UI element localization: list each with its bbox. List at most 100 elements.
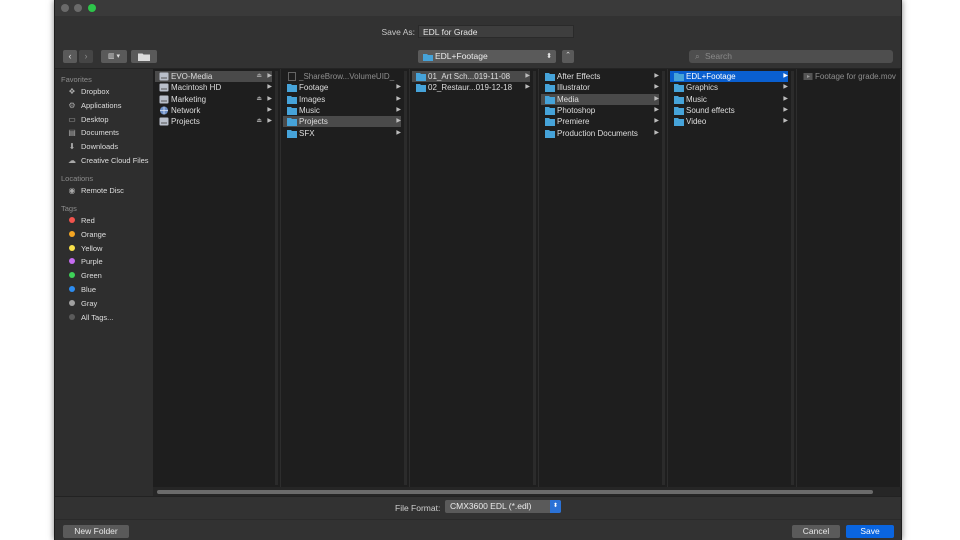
- column-scrollbar[interactable]: [662, 71, 665, 485]
- disclosure-arrow-icon: ▶: [654, 95, 659, 102]
- folder-icon: [545, 95, 555, 104]
- save-button[interactable]: Save: [846, 525, 894, 538]
- filename-input[interactable]: EDL for Grade: [418, 25, 574, 38]
- disclosure-arrow-icon: ▶: [654, 73, 659, 79]
- location-label: EDL+Footage: [435, 51, 488, 61]
- location-popup[interactable]: EDL+Footage ⬍: [418, 50, 556, 63]
- folder-row[interactable]: 02_Restaur...019-12-18 ▶: [412, 82, 530, 93]
- column-browser: EVO-Media ⏏ ▶ Macintosh HD ▶ Marketing ⏏ ▶ Netwo…: [153, 69, 901, 487]
- zoom-window-button[interactable]: [88, 4, 96, 12]
- tag-color-icon: [69, 272, 75, 279]
- sidebar-item-label: Yellow: [81, 243, 103, 253]
- row-label: 01_Art Sch...019-11-08: [428, 72, 511, 81]
- search-field[interactable]: ⌕ Search: [689, 50, 893, 63]
- tag-color-icon: [69, 244, 75, 251]
- sidebar-item-green[interactable]: Green: [67, 270, 102, 282]
- sidebar-item-label: Documents: [81, 128, 119, 138]
- back-button[interactable]: ‹: [63, 50, 77, 63]
- eject-icon[interactable]: ⏏: [256, 116, 262, 127]
- drive-icon: [159, 95, 169, 104]
- eject-icon[interactable]: ⏏: [256, 71, 262, 82]
- sidebar-item-applications[interactable]: ⚙ Applications: [67, 100, 121, 112]
- folder-row[interactable]: Projects ▶: [283, 116, 401, 128]
- minimize-window-button[interactable]: [74, 4, 82, 12]
- folder-row[interactable]: Media ▶: [541, 93, 659, 105]
- column-scrollbar[interactable]: [404, 71, 407, 485]
- row-label: SFX: [299, 128, 315, 138]
- close-window-button[interactable]: [61, 4, 69, 12]
- expand-collapse-button[interactable]: ⌃: [562, 50, 574, 63]
- volume-row[interactable]: Network ▶: [155, 105, 272, 116]
- new-folder-icon[interactable]: [131, 50, 157, 63]
- save-as-label: Save As:: [381, 27, 415, 37]
- file-row[interactable]: _ShareBrow...VolumeUID_: [283, 71, 401, 82]
- row-label: Sound effects: [686, 105, 735, 115]
- view-mode-button[interactable]: ▥ ▾: [101, 50, 127, 63]
- disc-icon: ◉: [68, 186, 76, 195]
- disclosure-arrow-icon: ▶: [267, 106, 272, 113]
- forward-button[interactable]: ›: [79, 50, 93, 63]
- drive-icon: [159, 83, 169, 92]
- sidebar-item-label: Green: [81, 271, 102, 281]
- folder-row[interactable]: Illustrator ▶: [541, 82, 659, 93]
- folder-row[interactable]: SFX ▶: [283, 128, 401, 139]
- row-label: Graphics: [686, 83, 719, 93]
- browser-column[interactable]: _ShareBrow...VolumeUID_ Footage ▶ Images ▶ Mu…: [281, 69, 410, 487]
- folder-row[interactable]: Premiere ▶: [541, 116, 659, 127]
- volume-row[interactable]: EVO-Media ⏏ ▶: [155, 71, 272, 82]
- folder-row[interactable]: 01_Art Sch...019-11-08 ▶: [412, 71, 530, 82]
- folder-row[interactable]: Music ▶: [283, 105, 401, 116]
- folder-icon: [287, 117, 297, 127]
- sidebar-item-documents[interactable]: ▤ Documents: [67, 127, 119, 139]
- volume-row[interactable]: Macintosh HD ▶: [155, 82, 272, 93]
- sidebar-item-creative-cloud-files[interactable]: ☁ Creative Cloud Files: [67, 155, 149, 167]
- volume-row[interactable]: Projects ⏏ ▶: [155, 116, 272, 127]
- browser-column[interactable]: EVO-Media ⏏ ▶ Macintosh HD ▶ Marketing ⏏ ▶ Netwo…: [153, 69, 281, 487]
- sidebar-item-yellow[interactable]: Yellow: [67, 243, 102, 255]
- browser-column[interactable]: Footage for grade.mov: [797, 69, 901, 487]
- folder-row[interactable]: Music ▶: [670, 94, 788, 105]
- sidebar-item-downloads[interactable]: ⬇ Downloads: [67, 141, 118, 153]
- column-scrollbar[interactable]: [533, 71, 536, 485]
- folder-row[interactable]: Graphics ▶: [670, 82, 788, 93]
- sidebar-item-label: Red: [81, 216, 95, 225]
- column-scrollbar[interactable]: [791, 71, 794, 485]
- volume-row[interactable]: Marketing ⏏ ▶: [155, 94, 272, 105]
- save-as-row: Save As: EDL for Grade: [55, 24, 901, 40]
- horizontal-scrollbar[interactable]: [153, 487, 901, 496]
- browser-column[interactable]: 01_Art Sch...019-11-08 ▶ 02_Restaur...019-…: [410, 69, 539, 487]
- folder-row[interactable]: Production Documents ▶: [541, 128, 659, 139]
- folder-row[interactable]: EDL+Footage ▶: [670, 71, 788, 82]
- sidebar-item-red[interactable]: Red: [67, 215, 95, 227]
- sidebar-item-orange[interactable]: Orange: [67, 229, 106, 241]
- sidebar-item-gray[interactable]: Gray: [67, 298, 97, 310]
- scrollbar-thumb[interactable]: [157, 490, 873, 494]
- disclosure-arrow-icon: ▶: [525, 84, 530, 91]
- sidebar-item-label: Orange: [81, 229, 107, 239]
- cancel-button[interactable]: Cancel: [792, 525, 840, 538]
- downloads-icon: ⬇: [68, 142, 76, 152]
- folder-row[interactable]: Sound effects ▶: [670, 105, 788, 116]
- browser-column[interactable]: EDL+Footage ▶ Graphics ▶ Music ▶ Sound effects…: [668, 69, 797, 487]
- sidebar-item-dropbox[interactable]: ❖ Dropbox: [67, 86, 109, 98]
- folder-row[interactable]: Images ▶: [283, 94, 401, 105]
- folder-row[interactable]: Video ▶: [670, 116, 788, 127]
- sidebar-item-label: Downloads: [81, 142, 119, 152]
- column-scrollbar[interactable]: [275, 71, 278, 485]
- desktop-icon: ▭: [68, 114, 76, 124]
- file-format-select[interactable]: CMX3600 EDL (*.edl) ⬍: [445, 500, 561, 513]
- chevron-updown-icon: ⬍: [546, 53, 552, 60]
- sidebar-item-all-tags[interactable]: All Tags...: [67, 312, 113, 324]
- eject-icon[interactable]: ⏏: [256, 94, 262, 105]
- folder-row[interactable]: Footage ▶: [283, 82, 401, 93]
- browser-column[interactable]: After Effects ▶ Illustrator ▶ Media ▶ Photosho…: [539, 69, 668, 487]
- new-folder-button[interactable]: New Folder: [63, 525, 129, 538]
- disclosure-arrow-icon: ▶: [654, 106, 659, 113]
- folder-row[interactable]: After Effects ▶: [541, 71, 659, 82]
- file-row[interactable]: Footage for grade.mov: [799, 71, 896, 82]
- sidebar-item-blue[interactable]: Blue: [67, 284, 96, 296]
- sidebar-item-desktop[interactable]: ▭ Desktop: [67, 114, 108, 126]
- sidebar-item-remote-disc[interactable]: ◉ Remote Disc: [67, 185, 124, 197]
- folder-row[interactable]: Photoshop ▶: [541, 105, 659, 116]
- sidebar-item-purple[interactable]: Purple: [67, 256, 103, 268]
